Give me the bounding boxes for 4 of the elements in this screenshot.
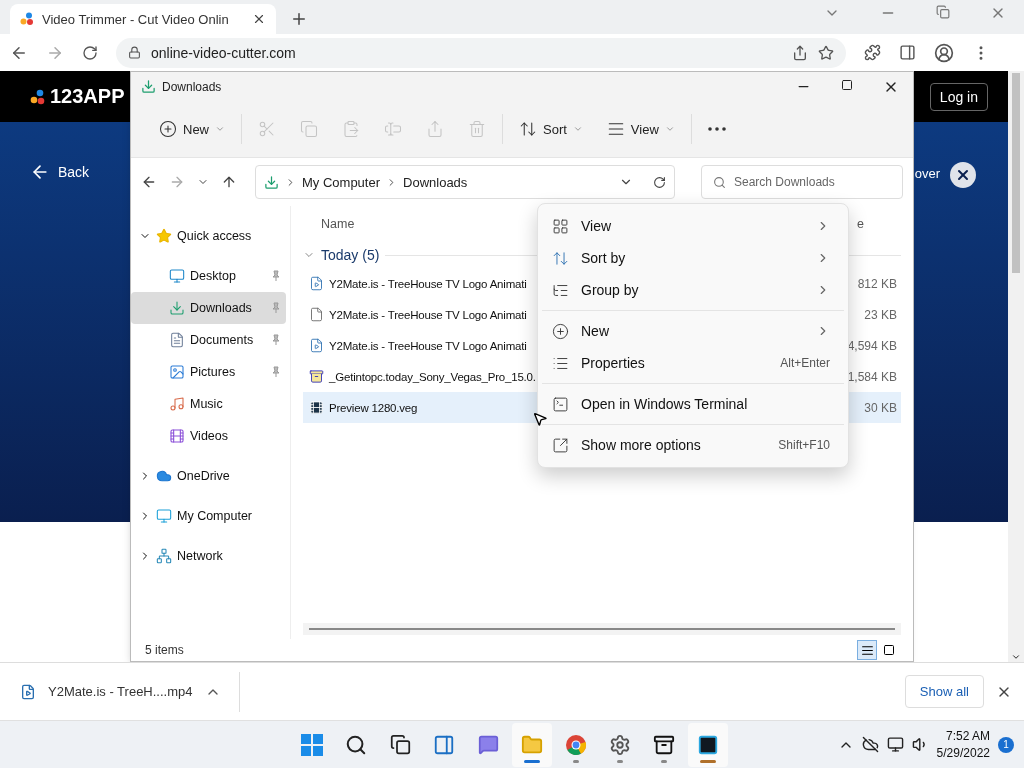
tab-title: Video Trimmer - Cut Video Onlin	[42, 11, 230, 27]
window-title: Downloads	[162, 79, 222, 94]
heading-text: over	[914, 166, 940, 181]
status-text: 5 items	[145, 643, 184, 657]
